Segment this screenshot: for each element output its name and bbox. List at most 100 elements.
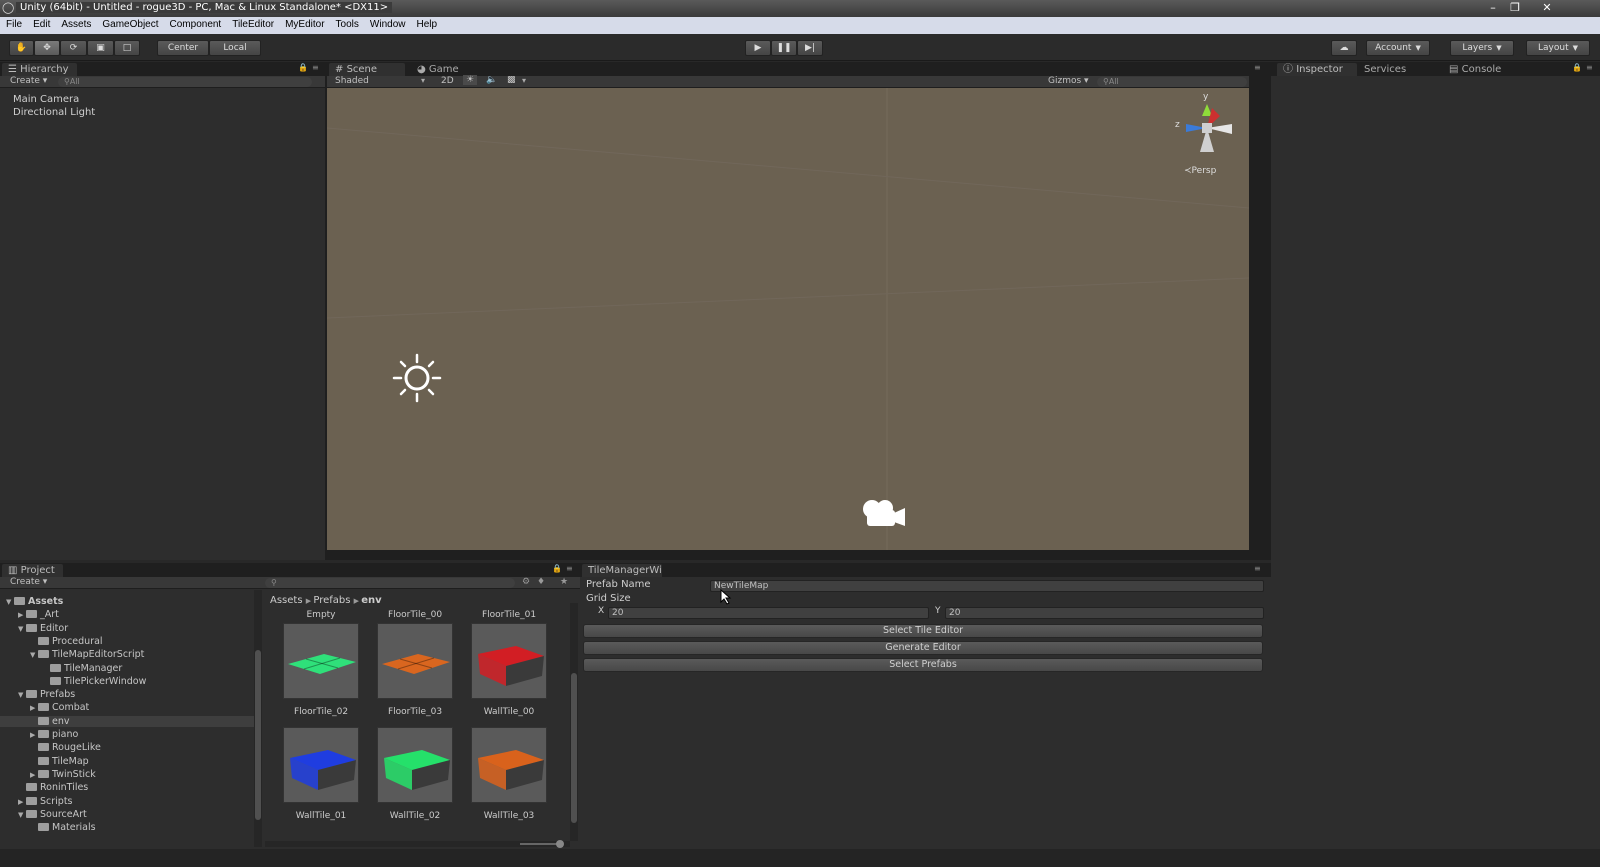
tree-item[interactable]: env [0, 715, 254, 727]
shading-mode-dropdown[interactable]: Shaded [335, 76, 369, 86]
hierarchy-item[interactable]: Directional Light [13, 107, 95, 118]
expanded-triangle-icon[interactable]: ▼ [18, 625, 26, 633]
lock-icon[interactable]: 🔒 [298, 63, 308, 72]
tree-item[interactable]: ▼ Editor [0, 623, 254, 634]
collapsed-triangle-icon[interactable]: ▶ [18, 798, 26, 806]
panel-menu-icon[interactable]: ≡ [1254, 63, 1261, 72]
tab-project[interactable]: ▥ Project [2, 564, 63, 577]
tree-item[interactable]: Procedural [0, 636, 254, 647]
account-dropdown[interactable]: Account ▼ [1366, 40, 1430, 56]
tree-item[interactable]: ▼ TileMapEditorScript [0, 649, 254, 660]
asset-item[interactable]: WallTile_03 [470, 727, 548, 821]
menu-component[interactable]: Component [164, 17, 227, 30]
hand-tool-button[interactable]: ✋ [9, 40, 34, 56]
tree-item[interactable]: TileManager [0, 663, 254, 674]
tree-item[interactable]: RougeLike [0, 742, 254, 753]
tree-item[interactable]: RoninTiles [0, 782, 254, 793]
filter-type-icon[interactable]: ⚙ [522, 577, 530, 587]
asset-item[interactable]: WallTile_02 [376, 727, 454, 821]
lock-icon[interactable]: 🔒 [552, 564, 562, 573]
effects-toggle-button[interactable]: ▩ [507, 75, 516, 85]
pivot-local-button[interactable]: Local [209, 40, 261, 56]
tree-item[interactable]: ▼ Assets [0, 596, 254, 607]
gizmos-dropdown[interactable]: Gizmos ▾ [1048, 76, 1089, 86]
expanded-triangle-icon[interactable]: ▼ [18, 691, 26, 699]
menu-window[interactable]: Window [364, 17, 411, 30]
menu-file[interactable]: File [0, 17, 27, 30]
thumbnail-size-slider[interactable] [265, 840, 570, 848]
play-button[interactable]: ▶ [745, 40, 771, 56]
grid-scrollbar-thumb[interactable] [571, 673, 577, 823]
project-search-input[interactable]: ⚲ [265, 578, 515, 588]
scale-tool-button[interactable]: ▣ [87, 40, 114, 56]
hierarchy-search-input[interactable]: ⚲All [58, 77, 312, 87]
asset-item[interactable]: WallTile_01 [282, 727, 360, 821]
menu-help[interactable]: Help [410, 17, 442, 30]
projection-toggle[interactable]: ≺Persp [1184, 166, 1216, 176]
minimize-button[interactable]: – [1481, 0, 1505, 17]
tree-item[interactable]: TileMap [0, 756, 254, 767]
hierarchy-item[interactable]: Main Camera [13, 94, 79, 105]
tree-item[interactable]: TilePickerWindow [0, 676, 254, 687]
pause-button[interactable]: ❚❚ [771, 40, 797, 56]
collapsed-triangle-icon[interactable]: ▶ [30, 704, 38, 712]
menu-myeditor[interactable]: MyEditor [279, 17, 329, 30]
menu-tools[interactable]: Tools [330, 17, 364, 30]
tree-item[interactable]: ▶ Scripts [0, 796, 254, 807]
tree-scrollbar[interactable] [254, 590, 262, 847]
rotate-tool-button[interactable]: ⟳ [60, 40, 87, 56]
menu-assets[interactable]: Assets [55, 17, 96, 30]
tab-hierarchy[interactable]: ☰ Hierarchy [2, 63, 77, 76]
project-create-button[interactable]: Create ▾ [10, 577, 47, 587]
panel-menu-icon[interactable]: ≡ [312, 63, 319, 72]
expanded-triangle-icon[interactable]: ▼ [6, 598, 14, 606]
menu-gameobject[interactable]: GameObject [96, 17, 163, 30]
scene-viewport[interactable]: y z ≺Persp [327, 88, 1249, 550]
lighting-toggle-button[interactable]: ☀ [463, 75, 478, 85]
panel-menu-icon[interactable]: ≡ [1586, 63, 1593, 72]
asset-label[interactable]: Empty [282, 610, 360, 620]
orientation-gizmo[interactable] [1172, 94, 1242, 164]
grid-y-input[interactable]: 20 [945, 607, 1264, 619]
audio-toggle-button[interactable]: 🔈 [486, 75, 497, 85]
select-prefabs-button[interactable]: Select Prefabs [583, 658, 1263, 672]
cloud-button[interactable]: ☁ [1331, 40, 1357, 56]
step-button[interactable]: ▶| [797, 40, 823, 56]
scene-search-input[interactable]: ⚲All [1097, 77, 1247, 87]
layers-dropdown[interactable]: Layers ▼ [1450, 40, 1514, 56]
asset-label[interactable]: FloorTile_00 [376, 610, 454, 620]
tab-scene[interactable]: # Scene [329, 63, 405, 76]
filter-label-icon[interactable]: ♦ [537, 577, 545, 587]
move-tool-button[interactable]: ✥ [34, 40, 60, 56]
tree-item[interactable]: ▶ _Art [0, 609, 254, 620]
asset-item[interactable]: FloorTile_03 [376, 623, 454, 717]
grid-x-input[interactable]: 20 [608, 607, 929, 619]
directional-light-icon[interactable] [392, 353, 442, 403]
breadcrumb-item[interactable]: Prefabs [313, 595, 350, 606]
rect-tool-button[interactable]: □ [114, 40, 140, 56]
tab-inspector[interactable]: ⓘ Inspector [1277, 63, 1357, 76]
grid-scrollbar[interactable] [570, 603, 578, 841]
breadcrumb-item[interactable]: Assets [270, 595, 303, 606]
asset-item[interactable]: FloorTile_02 [282, 623, 360, 717]
panel-menu-icon[interactable]: ≡ [566, 564, 573, 573]
breadcrumb-item-current[interactable]: env [361, 595, 381, 606]
collapsed-triangle-icon[interactable]: ▶ [30, 771, 38, 779]
tree-item[interactable]: ▶ piano [0, 729, 254, 740]
tree-item[interactable]: ▼ Prefabs [0, 689, 254, 700]
select-tile-editor-button[interactable]: Select Tile Editor [583, 624, 1263, 638]
layout-dropdown[interactable]: Layout ▼ [1526, 40, 1590, 56]
tab-tilemanager[interactable]: TileManagerWi [582, 564, 662, 577]
pivot-center-button[interactable]: Center [157, 40, 209, 56]
collapsed-triangle-icon[interactable]: ▶ [18, 611, 26, 619]
asset-label[interactable]: FloorTile_01 [470, 610, 548, 620]
slider-handle[interactable] [556, 840, 564, 848]
restore-button[interactable]: ❐ [1503, 0, 1527, 17]
panel-menu-icon[interactable]: ≡ [1254, 564, 1261, 573]
close-button[interactable]: ✕ [1532, 0, 1562, 17]
tree-item[interactable]: ▼ SourceArt [0, 809, 254, 820]
tree-item[interactable]: ▶ TwinStick [0, 769, 254, 780]
hierarchy-create-button[interactable]: Create ▾ [10, 76, 47, 86]
expanded-triangle-icon[interactable]: ▼ [18, 811, 26, 819]
expanded-triangle-icon[interactable]: ▼ [30, 651, 38, 659]
